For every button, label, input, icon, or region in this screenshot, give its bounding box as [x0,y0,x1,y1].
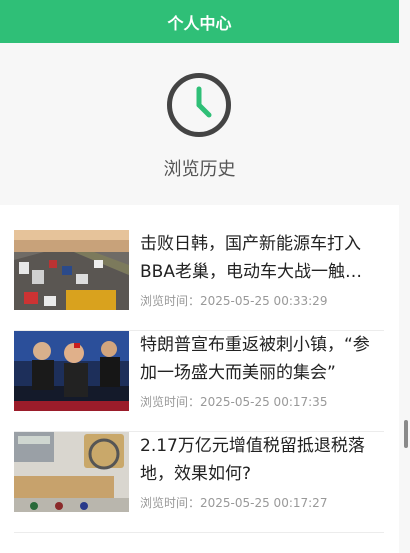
history-item[interactable]: 击败日韩，国产新能源车打入BBA老巢，电动车大战一触… 浏览时间：2025-05… [14,230,384,331]
history-item-time: 浏览时间：2025-05-25 00:17:27 [140,496,328,510]
history-list: 击败日韩，国产新能源车打入BBA老巢，电动车大战一触… 浏览时间：2025-05… [0,205,399,553]
history-item[interactable]: 特朗普宣布重返被刺小镇，“参加一场盛大而美丽的集会” 浏览时间：2025-05-… [14,331,384,432]
browse-history-label: 浏览历史 [163,159,236,180]
browse-history-section[interactable]: 浏览历史 [0,43,399,205]
history-item-title[interactable]: 2.17万亿元增值税留抵退税落地，效果如何? [140,432,384,488]
news-thumbnail[interactable] [14,331,129,411]
news-thumbnail[interactable] [14,432,129,512]
history-item-title[interactable]: 特朗普宣布重返被刺小镇，“参加一场盛大而美丽的集会” [140,331,384,387]
news-thumbnail[interactable] [14,230,129,310]
history-item-title[interactable]: 击败日韩，国产新能源车打入BBA老巢，电动车大战一触… [140,230,384,286]
history-item-time: 浏览时间：2025-05-25 00:33:29 [140,294,328,308]
history-item[interactable]: 2.17万亿元增值税留抵退税落地，效果如何? 浏览时间：2025-05-25 0… [14,432,384,533]
scrollbar-thumb[interactable] [404,420,408,448]
clock-icon[interactable] [165,71,233,139]
header-bar: 个人中心 [0,0,399,43]
page-title: 个人中心 [167,13,232,33]
history-item-time: 浏览时间：2025-05-25 00:17:35 [140,395,328,409]
